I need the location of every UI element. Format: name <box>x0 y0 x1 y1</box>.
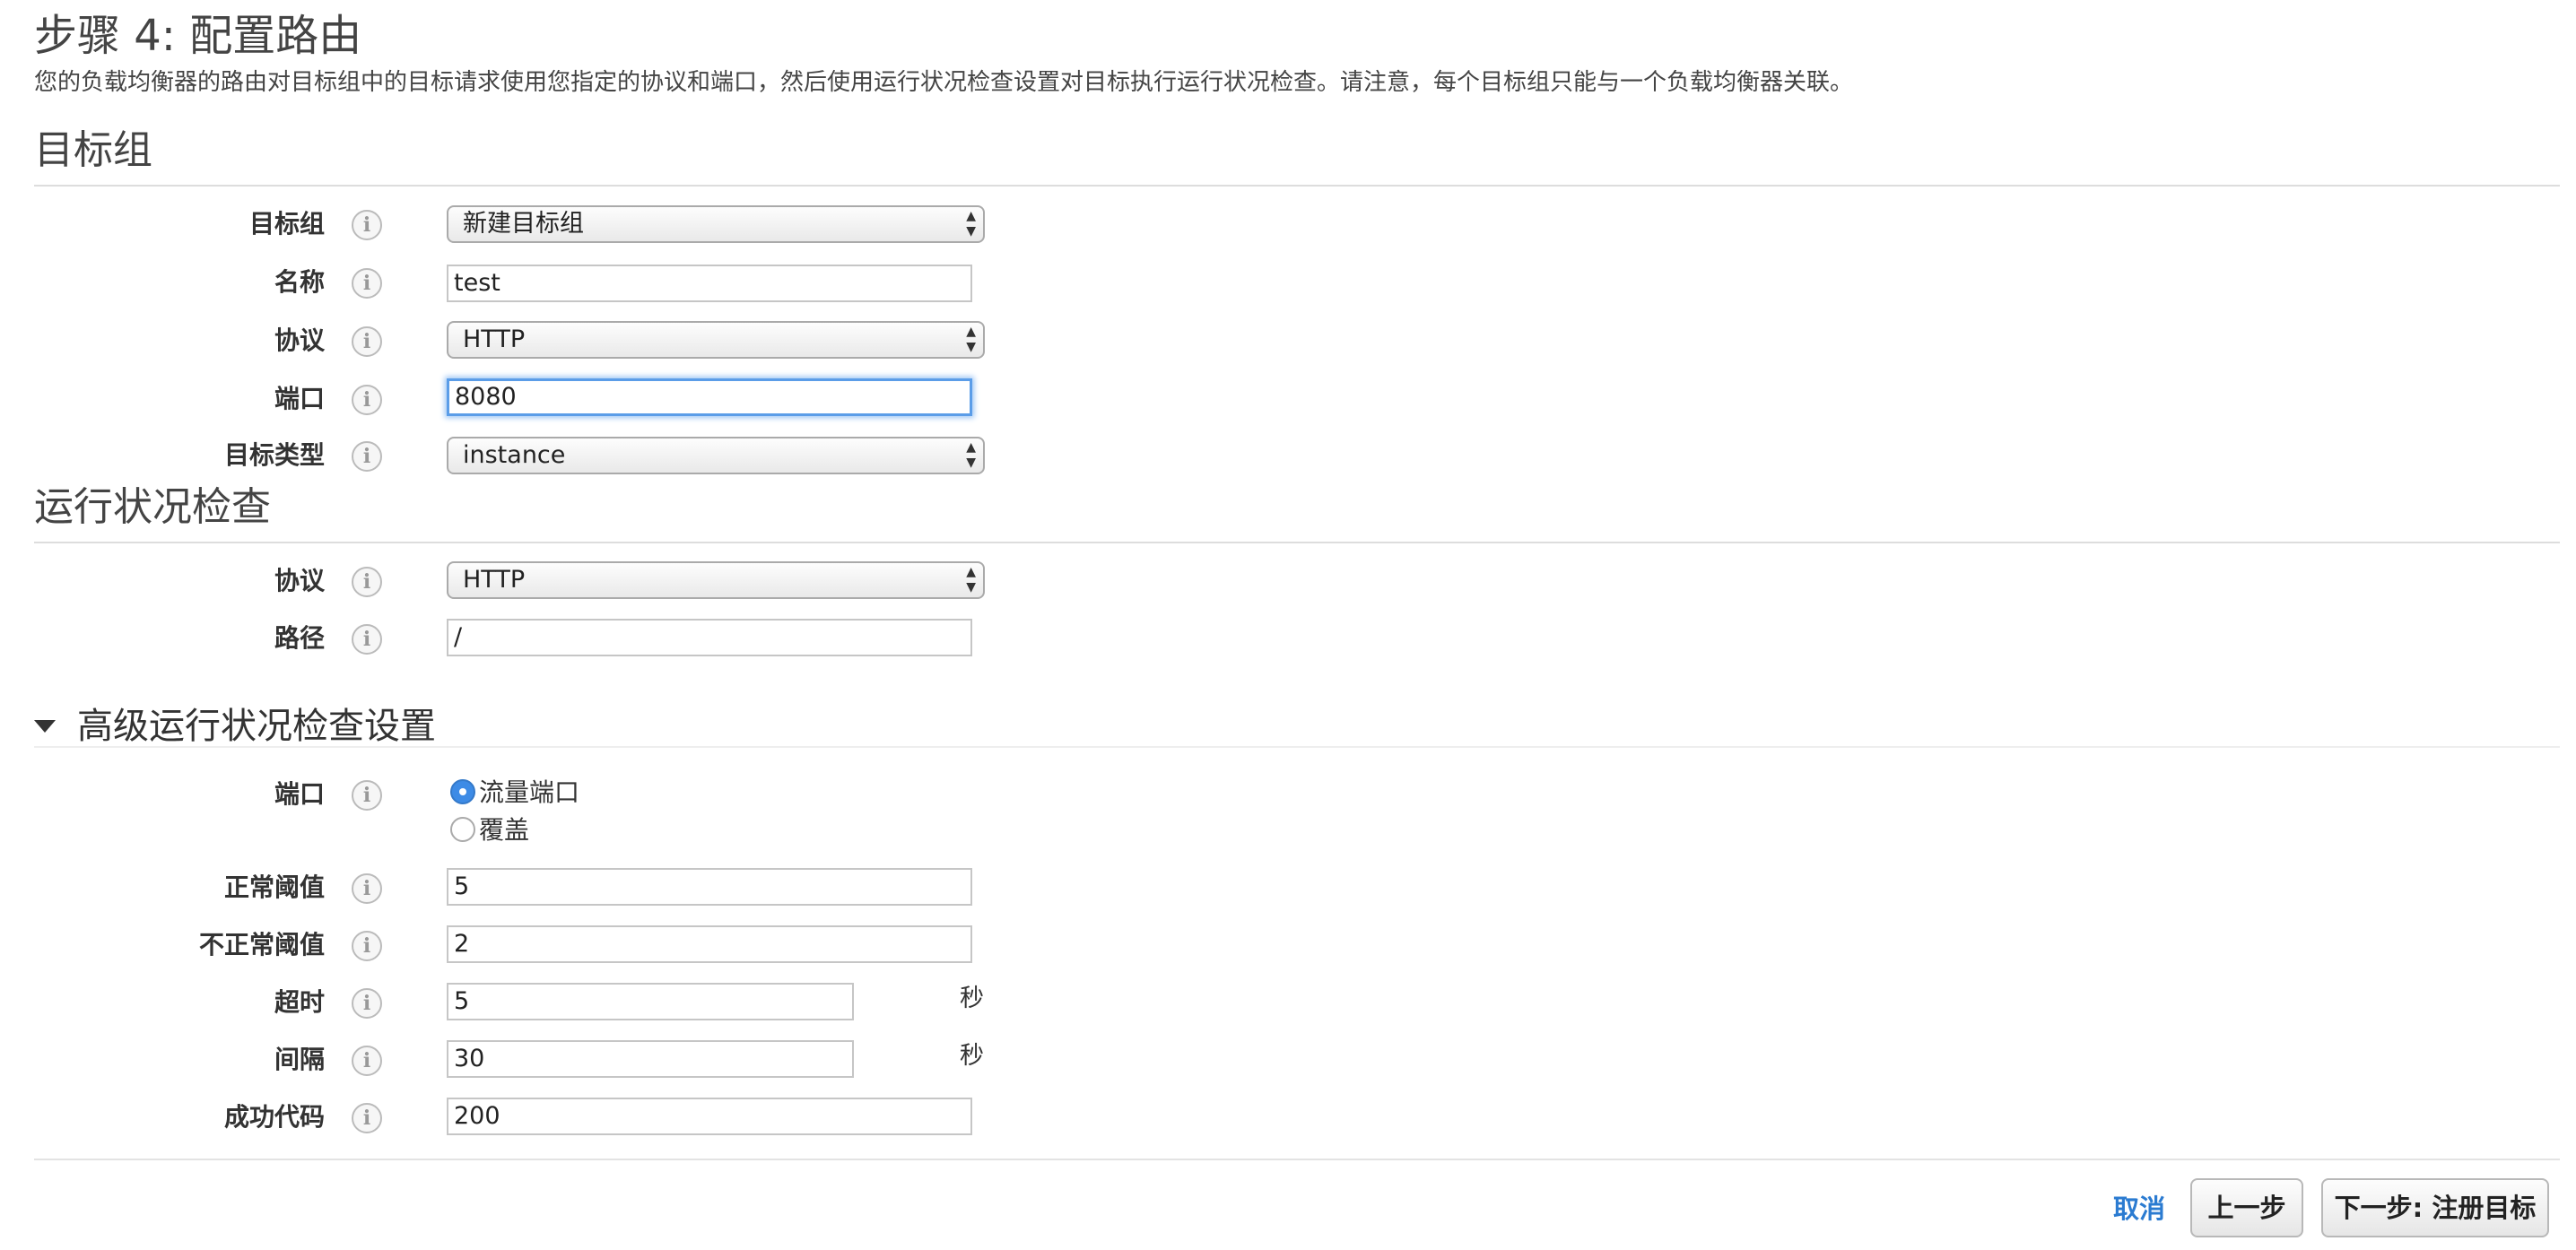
target-group-select[interactable]: 新建目标组 ▲ ▼ <box>447 205 985 243</box>
section-divider <box>34 746 2560 748</box>
port-label: 端口 <box>274 384 325 413</box>
health-protocol-select[interactable]: HTTP ▲ ▼ <box>447 561 985 599</box>
select-arrows-icon: ▲ ▼ <box>966 440 976 470</box>
unhealthy-threshold-label: 不正常阈值 <box>198 930 325 959</box>
info-icon[interactable]: i <box>352 1103 382 1133</box>
target-group-label: 目标组 <box>248 209 325 239</box>
healthy-threshold-label: 正常阈值 <box>223 872 325 902</box>
info-icon[interactable]: i <box>352 931 382 961</box>
success-codes-input[interactable]: 200 <box>447 1098 972 1135</box>
protocol-select[interactable]: HTTP ▲ ▼ <box>447 321 985 359</box>
footer-divider <box>34 1159 2560 1160</box>
interval-unit: 秒 <box>960 1042 984 1070</box>
port-input[interactable]: 8080 <box>447 378 972 416</box>
timeout-unit: 秒 <box>960 985 984 1012</box>
info-icon[interactable]: i <box>352 873 382 904</box>
protocol-label: 协议 <box>274 326 325 355</box>
radio-override-label: 覆盖 <box>479 815 530 845</box>
interval-input[interactable]: 30 <box>447 1040 854 1078</box>
triangle-down-icon <box>34 720 56 733</box>
cancel-link[interactable]: 取消 <box>2113 1191 2165 1227</box>
radio-override[interactable]: 覆盖 <box>450 812 529 848</box>
info-icon[interactable]: i <box>352 988 382 1019</box>
page-title: 步骤 4: 配置路由 <box>34 11 362 61</box>
advanced-settings-toggle[interactable]: 高级运行状况检查设置 <box>34 701 436 751</box>
advanced-settings-title: 高级运行状况检查设置 <box>77 706 436 747</box>
info-icon[interactable]: i <box>352 441 382 472</box>
radio-unchecked-icon[interactable] <box>450 817 475 842</box>
radio-traffic-port-label: 流量端口 <box>479 777 580 807</box>
health-protocol-select-value: HTTP <box>463 566 526 594</box>
health-protocol-label: 协议 <box>274 566 325 595</box>
select-arrows-icon: ▲ ▼ <box>966 325 976 354</box>
target-type-select-value: instance <box>463 441 566 469</box>
healthy-threshold-input[interactable]: 5 <box>447 868 972 906</box>
target-group-select-value: 新建目标组 <box>463 210 584 238</box>
health-path-input[interactable]: / <box>447 619 972 656</box>
section-divider <box>34 542 2560 543</box>
health-path-label: 路径 <box>274 623 325 653</box>
previous-button[interactable]: 上一步 <box>2190 1178 2303 1237</box>
info-icon[interactable]: i <box>352 1046 382 1076</box>
timeout-input[interactable]: 5 <box>447 983 854 1020</box>
info-icon[interactable]: i <box>352 385 382 415</box>
select-arrows-icon: ▲ ▼ <box>966 565 976 595</box>
interval-label: 间隔 <box>274 1045 325 1074</box>
info-icon[interactable]: i <box>352 268 382 299</box>
timeout-label: 超时 <box>274 987 325 1017</box>
info-icon[interactable]: i <box>352 326 382 357</box>
target-type-select[interactable]: instance ▲ ▼ <box>447 437 985 474</box>
target-type-label: 目标类型 <box>223 440 325 470</box>
info-icon[interactable]: i <box>352 624 382 655</box>
unhealthy-threshold-input[interactable]: 2 <box>447 925 972 963</box>
protocol-select-value: HTTP <box>463 326 526 353</box>
success-codes-label: 成功代码 <box>223 1102 325 1132</box>
next-register-targets-button[interactable]: 下一步: 注册目标 <box>2321 1178 2549 1237</box>
name-label: 名称 <box>274 267 325 297</box>
info-icon[interactable]: i <box>352 780 382 811</box>
section-divider <box>34 185 2560 187</box>
advanced-port-label: 端口 <box>274 779 325 809</box>
section-title-health-check: 运行状况检查 <box>34 484 271 530</box>
name-input[interactable]: test <box>447 265 972 302</box>
page-description: 您的负载均衡器的路由对目标组中的目标请求使用您指定的协议和端口，然后使用运行状况… <box>34 69 1854 96</box>
radio-traffic-port[interactable]: 流量端口 <box>450 775 579 811</box>
select-arrows-icon: ▲ ▼ <box>966 209 976 239</box>
section-title-target-group: 目标组 <box>34 127 152 173</box>
info-icon[interactable]: i <box>352 567 382 597</box>
info-icon[interactable]: i <box>352 210 382 240</box>
radio-checked-icon[interactable] <box>450 779 475 804</box>
